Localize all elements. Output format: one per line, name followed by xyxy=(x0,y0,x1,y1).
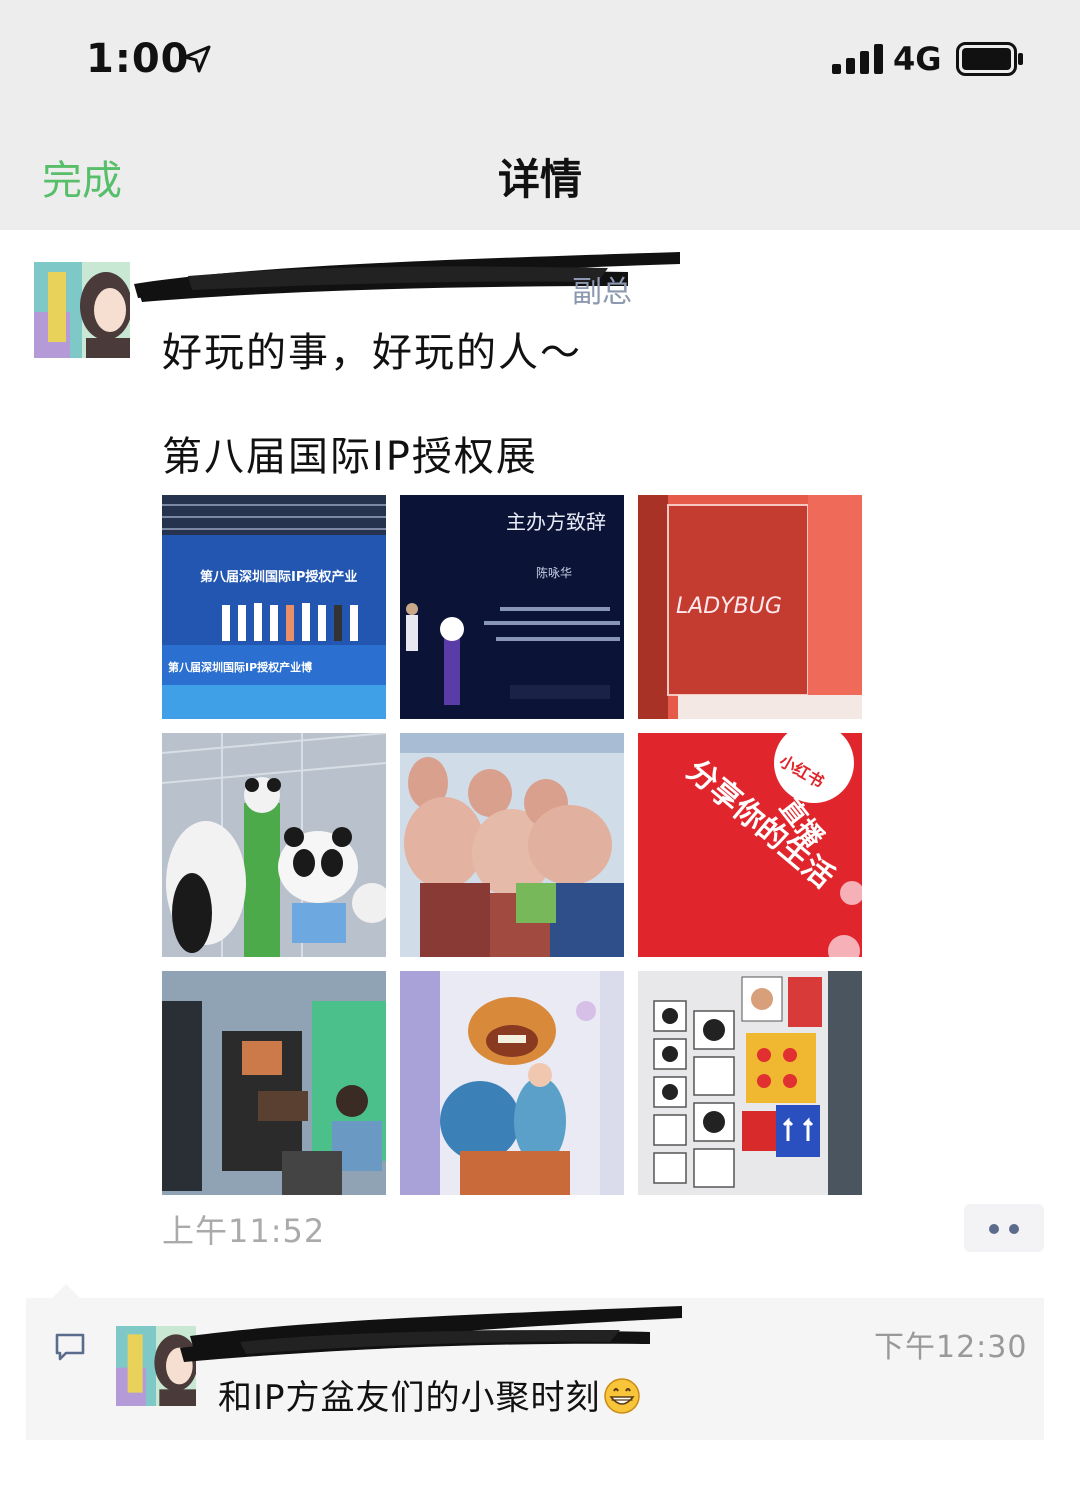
cellular-signal-icon xyxy=(832,44,883,74)
post-text-line: 好玩的事，好玩的人～ xyxy=(162,330,582,376)
comment-pointer xyxy=(52,1284,80,1298)
redacted-commenter-name xyxy=(180,1306,682,1362)
more-actions-button[interactable] xyxy=(964,1204,1044,1252)
speech-photo[interactable]: 主办方致辞 陈咏华 xyxy=(400,495,624,719)
camera-equipment-photo[interactable] xyxy=(162,971,386,1195)
location-arrow-icon xyxy=(183,45,211,73)
banner-text: 第八届深圳国际IP授权产业 xyxy=(200,569,357,585)
dot-icon xyxy=(989,1224,999,1234)
redacted-name: 副总 xyxy=(134,252,680,308)
grinning-face-icon xyxy=(603,1378,640,1414)
svg-text:副总: 副总 xyxy=(572,275,632,308)
comment-timestamp: 下午12:30 xyxy=(874,1330,1028,1365)
panda-mascot-photo[interactable] xyxy=(162,733,386,957)
comment-text-content: 和IP方盆友们的小聚时刻 xyxy=(218,1378,601,1418)
speech-caption: 主办方致辞 xyxy=(506,510,606,534)
top-bar: 1:00 4G 完成 详情 xyxy=(0,0,1080,230)
page-title: 详情 xyxy=(497,155,582,204)
post-text-line: 第八届国际IP授权展 xyxy=(162,434,538,480)
banner-bottom-text: 第八届深圳国际IP授权产业博 xyxy=(168,660,312,674)
comment-bubble-icon xyxy=(55,1333,85,1361)
speaker-name: 陈咏华 xyxy=(536,565,572,580)
xiaohongshu-wall-photo[interactable]: 小红书 直播 分享你的生活 xyxy=(638,733,862,957)
network-type: 4G xyxy=(893,40,942,78)
neon-sign: LADYBUG xyxy=(676,594,782,619)
status-time: 1:00 xyxy=(86,36,190,82)
post-timestamp: 上午11:52 xyxy=(162,1212,326,1250)
dot-icon xyxy=(1009,1224,1019,1234)
avatar[interactable] xyxy=(34,262,130,358)
stage-ceremony-photo[interactable]: 第八届深圳国际IP授权产业 第八届深圳国际IP授权产业博 xyxy=(162,495,386,719)
comment-text: 和IP方盆友们的小聚时刻 xyxy=(218,1370,641,1419)
mouse-costume-photo[interactable] xyxy=(400,733,624,957)
battery-icon xyxy=(956,42,1023,76)
photo-grid: 第八届深圳国际IP授权产业 第八届深圳国际IP授权产业博 主办方致辞 陈咏华 L… xyxy=(162,495,862,1195)
product-display-photo[interactable] xyxy=(638,971,862,1195)
dragon-artwork-photo[interactable] xyxy=(400,971,624,1195)
ladybug-booth-photo[interactable]: LADYBUG xyxy=(638,495,862,719)
